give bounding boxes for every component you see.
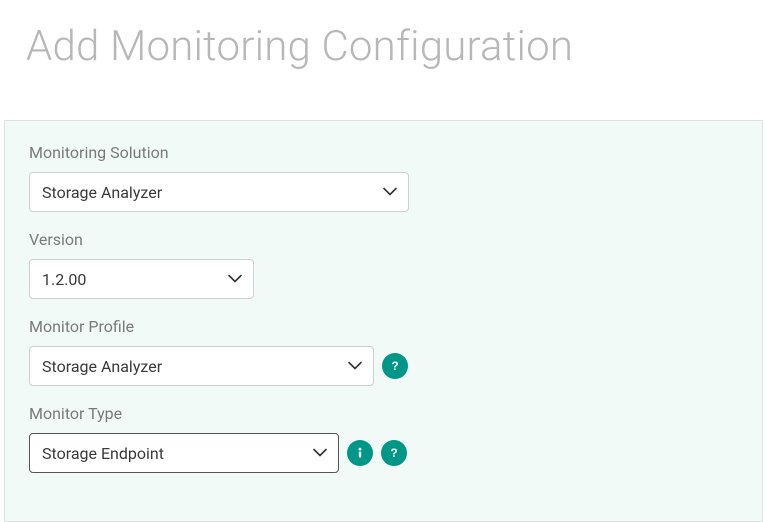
info-monitor-type[interactable] — [347, 440, 373, 466]
field-monitor-profile: Monitor Profile Storage Analyzer ? — [29, 317, 738, 386]
select-monitoring-solution[interactable]: Storage Analyzer — [29, 172, 409, 212]
help-monitor-type[interactable]: ? — [381, 440, 407, 466]
info-icon — [353, 446, 367, 460]
help-icon: ? — [387, 446, 401, 460]
select-monitor-type[interactable]: Storage Endpoint — [29, 433, 339, 473]
label-version: Version — [29, 230, 738, 249]
label-monitoring-solution: Monitoring Solution — [29, 143, 738, 162]
label-monitor-type: Monitor Type — [29, 404, 738, 423]
svg-text:?: ? — [390, 446, 397, 460]
field-monitoring-solution: Monitoring Solution Storage Analyzer — [29, 143, 738, 212]
select-version[interactable]: 1.2.00 — [29, 259, 254, 299]
field-monitor-type: Monitor Type Storage Endpoint — [29, 404, 738, 473]
field-version: Version 1.2.00 — [29, 230, 738, 299]
help-icon: ? — [388, 359, 402, 373]
help-monitor-profile[interactable]: ? — [382, 353, 408, 379]
page-title: Add Monitoring Configuration — [0, 0, 767, 89]
label-monitor-profile: Monitor Profile — [29, 317, 738, 336]
svg-text:?: ? — [391, 359, 398, 373]
form-panel: Monitoring Solution Storage Analyzer Ver… — [4, 120, 763, 522]
select-monitor-profile[interactable]: Storage Analyzer — [29, 346, 374, 386]
